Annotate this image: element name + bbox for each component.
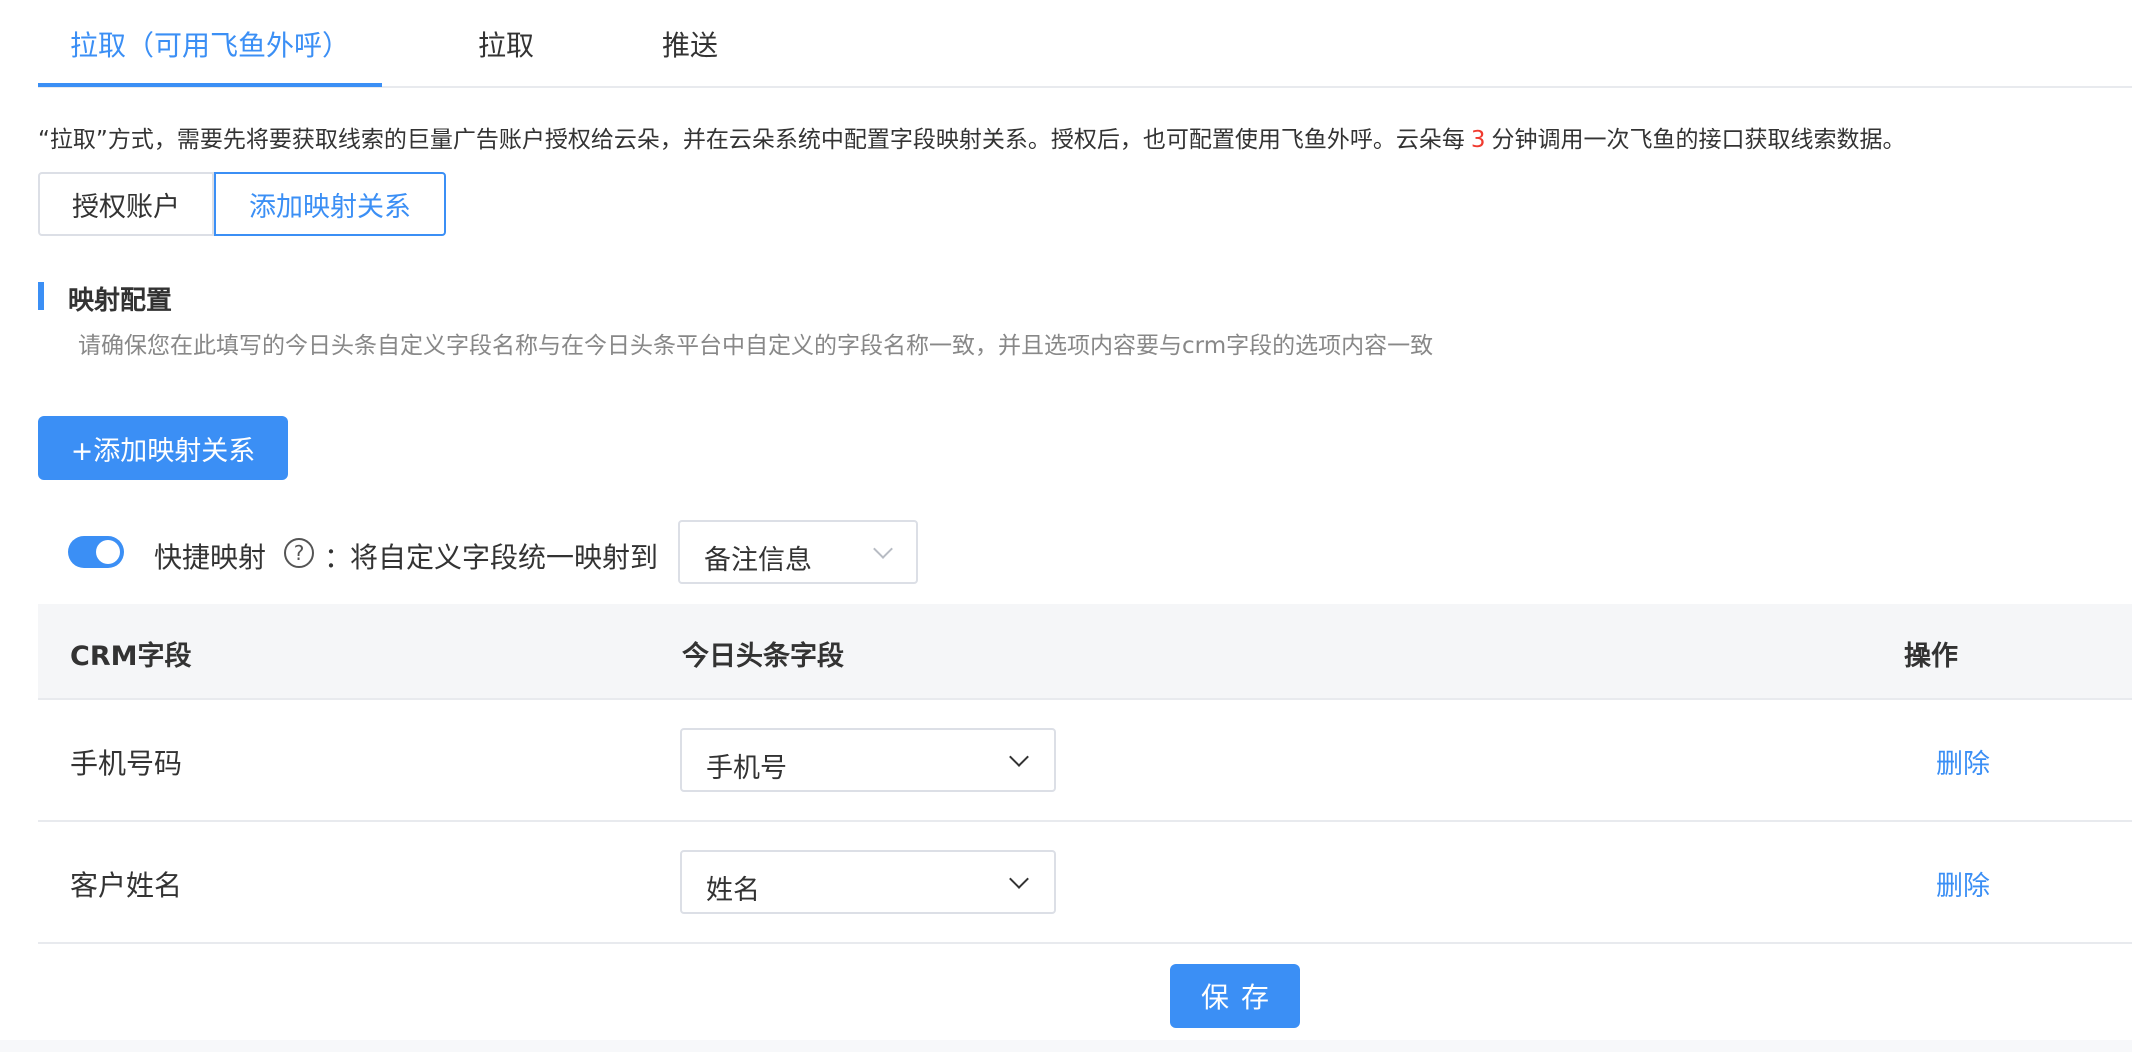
- toutiao-field-value: 姓名: [706, 875, 760, 906]
- toutiao-field-select[interactable]: 姓名: [680, 850, 1056, 914]
- toutiao-field-select[interactable]: 手机号: [680, 728, 1056, 792]
- chevron-down-icon: [1009, 869, 1029, 889]
- description-text-after: 分钟调用一次飞鱼的接口获取线索数据。: [1491, 127, 1906, 153]
- crm-field-cell: 手机号码: [70, 747, 183, 780]
- description-minutes: 3: [1470, 127, 1486, 153]
- header-crm-field: CRM字段: [70, 641, 192, 672]
- authorize-account-button[interactable]: 授权账户: [38, 172, 214, 236]
- chevron-down-icon: [1009, 747, 1029, 767]
- tab-pull[interactable]: 拉取: [478, 24, 534, 64]
- quick-map-label: 快捷映射: [154, 541, 267, 574]
- footer-shade: [0, 1040, 2132, 1052]
- table-row: 客户姓名 姓名 删除: [38, 822, 2132, 944]
- chevron-down-icon: [873, 539, 893, 559]
- tab-pull-with-feiyu[interactable]: 拉取（可用飞鱼外呼）: [70, 24, 350, 64]
- description-text-before: “拉取”方式，需要先将要获取线索的巨量广告账户授权给云朵，并在云朵系统中配置字段…: [38, 127, 1465, 153]
- tab-bar: 拉取（可用飞鱼外呼） 拉取 推送: [38, 0, 2132, 88]
- quick-map-target-value: 备注信息: [704, 545, 812, 576]
- table-row: 手机号码 手机号 删除: [38, 700, 2132, 822]
- quick-map-colon: ：: [324, 541, 353, 574]
- toutiao-field-value: 手机号: [706, 753, 787, 784]
- toggle-knob: [96, 540, 120, 564]
- mapping-table-header: CRM字段 今日头条字段 操作: [38, 604, 2132, 700]
- add-mapping-button[interactable]: +添加映射关系: [38, 416, 288, 480]
- quick-map-target-select[interactable]: 备注信息: [678, 520, 918, 584]
- save-button[interactable]: 保存: [1170, 964, 1300, 1028]
- active-tab-indicator: [38, 83, 382, 87]
- delete-link[interactable]: 删除: [1936, 864, 1990, 903]
- quick-map-toggle[interactable]: [68, 536, 124, 568]
- add-mapping-tab-button[interactable]: 添加映射关系: [214, 172, 446, 236]
- section-title: 映射配置: [68, 286, 173, 316]
- tab-push[interactable]: 推送: [662, 24, 718, 64]
- header-toutiao-field: 今日头条字段: [682, 641, 844, 672]
- pull-description: “拉取”方式，需要先将要获取线索的巨量广告账户授权给云朵，并在云朵系统中配置字段…: [38, 120, 1905, 154]
- question-circle-icon[interactable]: ?: [284, 538, 314, 568]
- section-accent-bar: [38, 282, 44, 310]
- quick-map-description: 将自定义字段统一映射到: [350, 541, 659, 574]
- delete-link[interactable]: 删除: [1936, 742, 1990, 781]
- section-subtitle: 请确保您在此填写的今日头条自定义字段名称与在今日头条平台中自定义的字段名称一致，…: [78, 333, 1434, 359]
- header-action: 操作: [1904, 641, 1958, 672]
- config-mode-switch: 授权账户 添加映射关系: [38, 172, 446, 236]
- crm-field-cell: 客户姓名: [70, 869, 183, 902]
